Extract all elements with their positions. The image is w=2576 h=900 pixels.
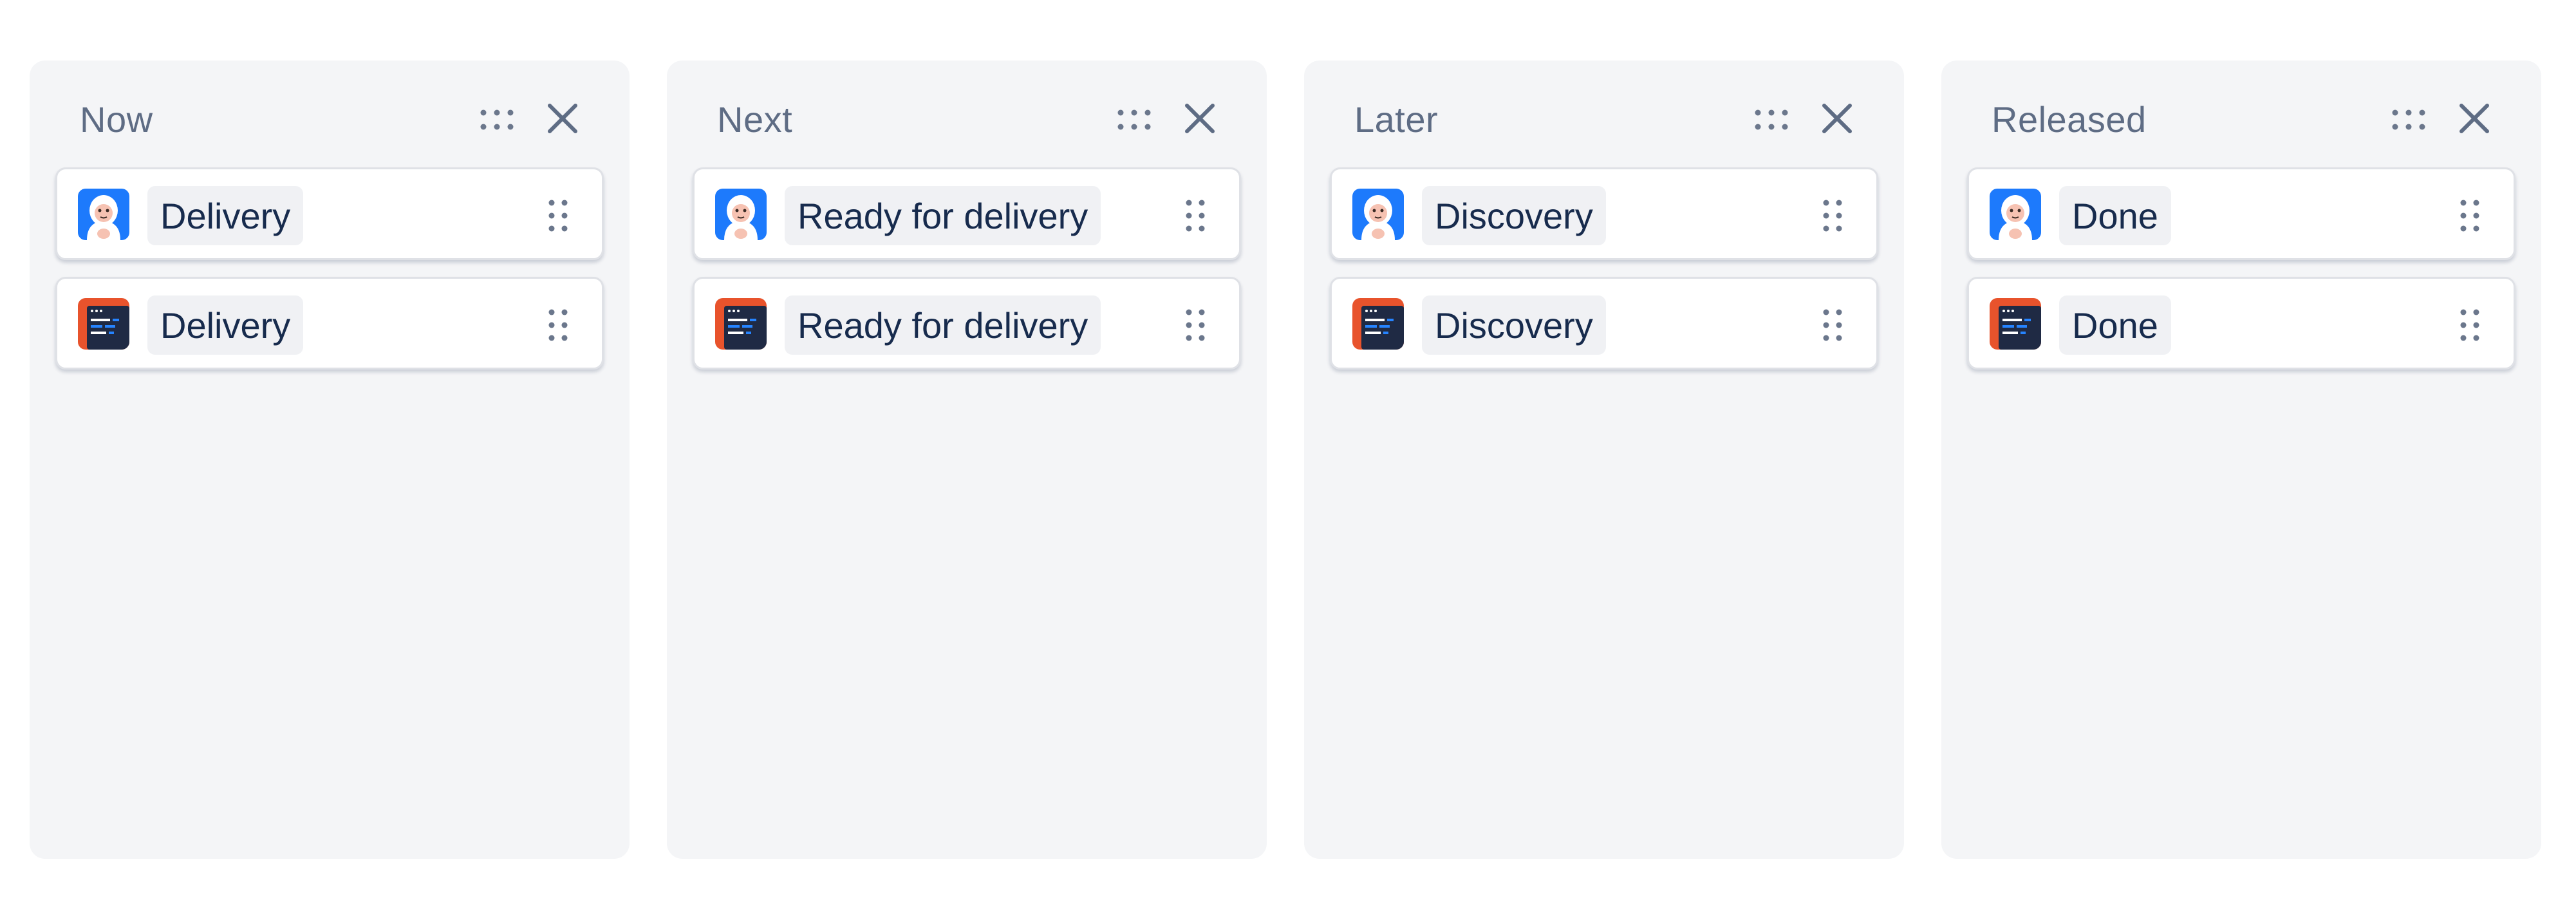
- column-header: Released: [1941, 61, 2541, 174]
- status-label: Discovery: [1422, 186, 1606, 245]
- drag-handle-icon[interactable]: [2453, 307, 2487, 343]
- yeti-avatar-icon: [715, 189, 767, 240]
- drag-handle-icon[interactable]: [1816, 198, 1849, 234]
- close-icon[interactable]: [2450, 94, 2499, 143]
- yeti-avatar-icon: [1352, 189, 1404, 240]
- drag-handle-icon[interactable]: [2453, 198, 2487, 234]
- status-label: Done: [2059, 186, 2171, 245]
- roadmap-board: Now Delivery Delivery Next Ready for del…: [0, 0, 2576, 900]
- code-editor-avatar-icon: [715, 298, 767, 350]
- close-icon[interactable]: [1813, 94, 1862, 143]
- drag-handle-icon[interactable]: [541, 307, 575, 343]
- close-icon[interactable]: [538, 94, 587, 143]
- yeti-avatar-icon: [78, 189, 129, 240]
- column-later: Later Discovery Discovery: [1304, 61, 1904, 859]
- column-header: Later: [1304, 61, 1904, 174]
- drag-handle-icon[interactable]: [1179, 198, 1212, 234]
- status-label: Discovery: [1422, 295, 1606, 355]
- status-card[interactable]: Discovery: [1330, 277, 1878, 370]
- column-released: Released Done Done: [1941, 61, 2541, 859]
- drag-handle-icon[interactable]: [541, 198, 575, 234]
- status-card[interactable]: Ready for delivery: [693, 167, 1241, 260]
- status-card[interactable]: Done: [1967, 277, 2515, 370]
- code-editor-avatar-icon: [1352, 298, 1404, 350]
- status-card[interactable]: Ready for delivery: [693, 277, 1241, 370]
- drag-handle-icon[interactable]: [1816, 307, 1849, 343]
- code-editor-avatar-icon: [1990, 298, 2041, 350]
- column-title: Released: [1992, 99, 2147, 140]
- drag-handle-icon[interactable]: [1179, 307, 1212, 343]
- column-header: Next: [667, 61, 1267, 174]
- column-drag-grid-icon[interactable]: [474, 97, 520, 143]
- status-label: Delivery: [147, 295, 304, 355]
- status-label: Ready for delivery: [785, 295, 1101, 355]
- column-drag-grid-icon[interactable]: [2385, 97, 2432, 143]
- status-label: Ready for delivery: [785, 186, 1101, 245]
- column-drag-grid-icon[interactable]: [1111, 97, 1157, 143]
- status-card[interactable]: Delivery: [55, 167, 604, 260]
- column-title: Later: [1354, 99, 1439, 140]
- code-editor-avatar-icon: [78, 298, 129, 350]
- status-label: Delivery: [147, 186, 304, 245]
- column-drag-grid-icon[interactable]: [1748, 97, 1795, 143]
- status-card[interactable]: Delivery: [55, 277, 604, 370]
- close-icon[interactable]: [1175, 94, 1224, 143]
- status-card[interactable]: Done: [1967, 167, 2515, 260]
- column-next: Next Ready for delivery Ready for delive…: [667, 61, 1267, 859]
- status-card[interactable]: Discovery: [1330, 167, 1878, 260]
- column-title: Next: [717, 99, 793, 140]
- column-title: Now: [80, 99, 153, 140]
- status-label: Done: [2059, 295, 2171, 355]
- column-now: Now Delivery Delivery: [30, 61, 630, 859]
- column-header: Now: [30, 61, 630, 174]
- yeti-avatar-icon: [1990, 189, 2041, 240]
